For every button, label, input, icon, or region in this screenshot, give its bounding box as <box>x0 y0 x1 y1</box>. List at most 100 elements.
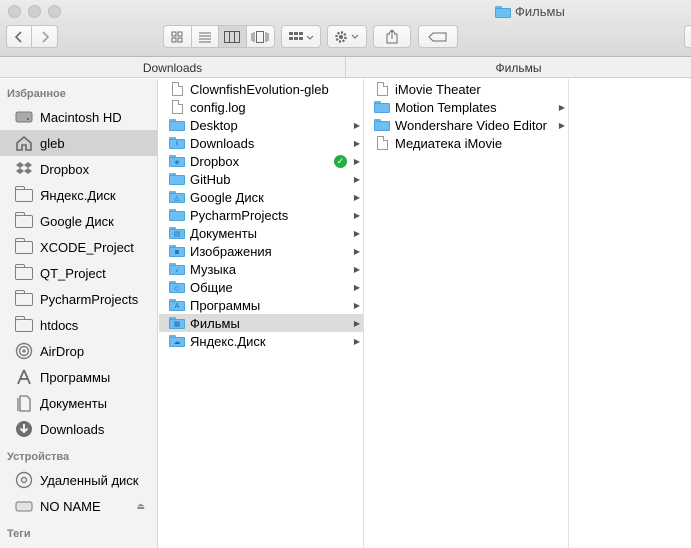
folder-row[interactable]: Desktop ▶ <box>159 116 363 134</box>
folder-row[interactable]: ⭳ Downloads ▶ <box>159 134 363 152</box>
folder-row[interactable]: PycharmProjects ▶ <box>159 206 363 224</box>
item-label: iMovie Theater <box>395 81 481 97</box>
disclosure-arrow-icon: ▶ <box>353 156 360 166</box>
sidebar-item-label: Удаленный диск <box>40 472 139 488</box>
column-view-button[interactable] <box>219 26 247 47</box>
home-icon <box>14 134 34 152</box>
folder-row[interactable]: ☁ Яндекс.Диск ▶ <box>159 332 363 350</box>
item-label: ClownfishEvolution-gleb <box>190 81 329 97</box>
forward-button[interactable] <box>32 26 57 47</box>
folder-row[interactable]: Wondershare Video Editor ▶ <box>364 116 568 134</box>
item-label: Изображения <box>190 243 272 259</box>
back-button[interactable] <box>7 26 33 47</box>
action-button[interactable] <box>327 25 367 48</box>
sidebar-item-label: Google Диск <box>40 213 114 229</box>
folder-row[interactable]: ▦ Фильмы ▶ <box>159 314 363 332</box>
file-row[interactable]: config.log <box>159 98 363 116</box>
documents-icon <box>14 394 34 412</box>
eject-icon[interactable]: ⏏ <box>136 501 145 512</box>
disclosure-arrow-icon: ▶ <box>353 246 360 256</box>
item-label: Dropbox <box>190 153 240 169</box>
folder-row[interactable]: ◇ Общие ▶ <box>159 278 363 296</box>
folder-icon: ▤ <box>169 226 185 240</box>
window-toolbar: Фильмы <box>0 0 691 57</box>
column-header-bar: Downloads Фильмы <box>0 57 691 78</box>
folder-row[interactable]: ◙ Изображения ▶ <box>159 242 363 260</box>
icon-view-button[interactable] <box>164 26 192 47</box>
close-window-button[interactable] <box>8 5 21 18</box>
folder-row[interactable]: ◬ Google Диск ▶ <box>159 188 363 206</box>
sidebar-item-label: gleb <box>40 135 65 151</box>
sidebar-item-label: QT_Project <box>40 265 106 281</box>
item-label: Wondershare Video Editor <box>395 117 548 133</box>
arrange-button[interactable] <box>281 25 321 48</box>
minimize-window-button[interactable] <box>28 5 41 18</box>
devices-list: Удаленный диск NO NAME ⏏ <box>0 467 157 519</box>
disclosure-arrow-icon: ▶ <box>353 264 360 274</box>
column-movies: iMovie Theater Motion Templates ▶ Wondersha… <box>364 79 569 548</box>
column-empty <box>569 79 691 548</box>
folder-row[interactable]: ♪ Музыка ▶ <box>159 260 363 278</box>
sidebar-item-fav-11[interactable]: Документы <box>0 390 157 416</box>
column-header-current: Фильмы <box>495 60 542 75</box>
back-forward-control <box>6 25 58 48</box>
folder-icon <box>169 118 185 132</box>
sidebar-item-fav-2[interactable]: Dropbox <box>0 156 157 182</box>
icon-view-icon <box>171 31 183 42</box>
item-label: Медиатека iMovie <box>395 135 503 151</box>
list-view-button[interactable] <box>192 26 219 47</box>
tags-button[interactable] <box>418 25 458 48</box>
sidebar-item-dev-1[interactable]: NO NAME ⏏ <box>0 493 157 519</box>
item-label: Яндекс.Диск <box>190 333 266 349</box>
file-row[interactable]: iMovie Theater <box>364 80 568 98</box>
sidebar-section-devices: Устройства <box>7 451 70 463</box>
disclosure-arrow-icon: ▶ <box>558 120 565 130</box>
sidebar-item-fav-0[interactable]: Macintosh HD <box>0 104 157 130</box>
folder-icon: ♪ <box>169 262 185 276</box>
sidebar-item-fav-8[interactable]: htdocs <box>0 312 157 338</box>
folder-row[interactable]: ▤ Документы ▶ <box>159 224 363 242</box>
sidebar-item-fav-12[interactable]: Downloads <box>0 416 157 442</box>
document-icon <box>374 136 390 150</box>
zoom-window-button[interactable] <box>48 5 61 18</box>
item-label: Google Диск <box>190 189 264 205</box>
column-header-downloads: Downloads <box>142 60 203 75</box>
folder-row[interactable]: Motion Templates ▶ <box>364 98 568 116</box>
folder-row[interactable]: GitHub ▶ <box>159 170 363 188</box>
disclosure-arrow-icon: ▶ <box>353 336 360 346</box>
sidebar-item-fav-3[interactable]: Яндекс.Диск <box>0 182 157 208</box>
sidebar-item-fav-4[interactable]: Google Диск <box>0 208 157 234</box>
sidebar-item-fav-1[interactable]: gleb <box>0 130 157 156</box>
column-home-list: ClownfishEvolution-gleb config.log Desktop… <box>159 80 363 350</box>
column-movies-list: iMovie Theater Motion Templates ▶ Wondersha… <box>364 80 568 152</box>
disclosure-arrow-icon: ▶ <box>353 192 360 202</box>
hard-drive-icon <box>14 108 34 126</box>
sidebar-item-dev-0[interactable]: Удаленный диск <box>0 467 157 493</box>
sidebar-item-fav-9[interactable]: AirDrop <box>0 338 157 364</box>
disclosure-arrow-icon: ▶ <box>353 300 360 310</box>
share-button[interactable] <box>373 25 411 48</box>
sidebar-section-favorites: Избранное <box>7 88 66 100</box>
gear-icon <box>335 30 359 43</box>
folder-icon <box>14 185 34 204</box>
item-label: Программы <box>190 297 261 313</box>
sidebar-item-fav-5[interactable]: XCODE_Project <box>0 234 157 260</box>
airdrop-icon <box>14 342 34 360</box>
item-label: config.log <box>190 99 246 115</box>
folder-row[interactable]: A Программы ▶ <box>159 296 363 314</box>
sidebar: Избранное Macintosh HD gleb Dropbox Яндекс.… <box>0 79 158 548</box>
column-view-icon <box>224 30 241 43</box>
folder-row[interactable]: ◈ Dropbox ✓ ▶ <box>159 152 363 170</box>
sidebar-item-label: XCODE_Project <box>40 239 134 255</box>
window-title: Фильмы <box>495 4 565 19</box>
sidebar-item-fav-7[interactable]: PycharmProjects <box>0 286 157 312</box>
folder-icon <box>14 211 34 230</box>
file-row[interactable]: ClownfishEvolution-gleb <box>159 80 363 98</box>
sidebar-item-fav-10[interactable]: Программы <box>0 364 157 390</box>
search-field[interactable] <box>684 25 691 48</box>
cover-flow-button[interactable] <box>247 26 274 47</box>
sidebar-item-fav-6[interactable]: QT_Project <box>0 260 157 286</box>
item-label: Документы <box>190 225 258 241</box>
file-row[interactable]: Медиатека iMovie <box>364 134 568 152</box>
disclosure-arrow-icon: ▶ <box>353 138 360 148</box>
